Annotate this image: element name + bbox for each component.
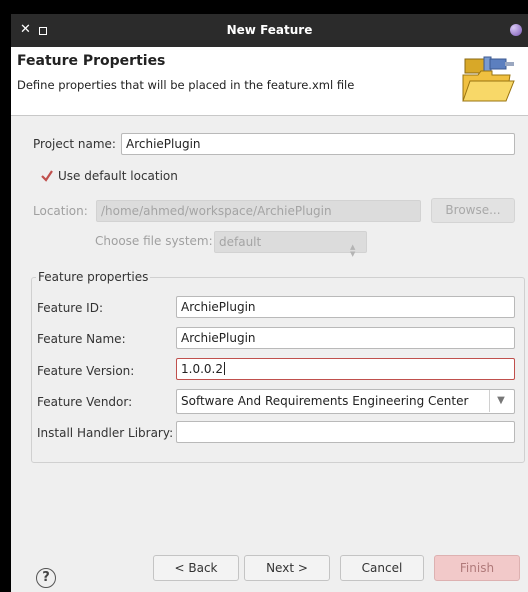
dialog-window: ✕ New Feature Feature Properties Define … — [11, 14, 528, 592]
page-description: Define properties that will be placed in… — [17, 78, 355, 92]
use-default-location-checkbox[interactable]: Use default location — [58, 169, 178, 183]
group-title: Feature properties — [36, 270, 151, 284]
feature-version-input[interactable]: 1.0.0.2 — [176, 358, 515, 380]
app-ball-icon — [510, 24, 522, 36]
file-system-label: Choose file system: — [95, 234, 213, 248]
page-title: Feature Properties — [17, 53, 166, 69]
back-button[interactable]: < Back — [153, 555, 239, 581]
project-name-label: Project name: — [33, 137, 116, 151]
location-input[interactable]: /home/ahmed/workspace/ArchiePlugin — [96, 200, 421, 222]
help-icon[interactable]: ? — [36, 568, 56, 588]
feature-id-label: Feature ID: — [37, 301, 103, 315]
finish-button[interactable]: Finish — [434, 555, 520, 581]
browse-button[interactable]: Browse... — [431, 198, 515, 223]
titlebar: ✕ New Feature — [11, 14, 528, 47]
cancel-button[interactable]: Cancel — [340, 555, 424, 581]
install-handler-input[interactable] — [176, 421, 515, 443]
location-label: Location: — [33, 204, 88, 218]
feature-vendor-label: Feature Vendor: — [37, 395, 133, 409]
feature-name-input[interactable]: ArchiePlugin — [176, 327, 515, 349]
feature-name-label: Feature Name: — [37, 332, 126, 346]
chevron-down-icon[interactable]: ▼ — [489, 390, 512, 412]
feature-version-label: Feature Version: — [37, 364, 135, 378]
feature-id-input[interactable]: ArchiePlugin — [176, 296, 515, 318]
folder-banner-icon — [462, 56, 515, 102]
window-title: New Feature — [226, 23, 313, 37]
next-button[interactable]: Next > — [244, 555, 330, 581]
file-system-select[interactable]: default — [214, 231, 367, 253]
feature-vendor-combo[interactable]: Software And Requirements Engineering Ce… — [176, 389, 515, 414]
checkmark-icon[interactable] — [40, 169, 54, 183]
select-arrows-icon: ▲ ▼ — [350, 243, 356, 258]
project-name-input[interactable]: ArchiePlugin — [121, 133, 515, 155]
wizard-banner: Feature Properties Define properties tha… — [11, 47, 528, 116]
text-caret — [223, 362, 225, 375]
feature-version-text: 1.0.0.2 — [181, 362, 223, 376]
install-handler-label: Install Handler Library: — [37, 426, 174, 440]
